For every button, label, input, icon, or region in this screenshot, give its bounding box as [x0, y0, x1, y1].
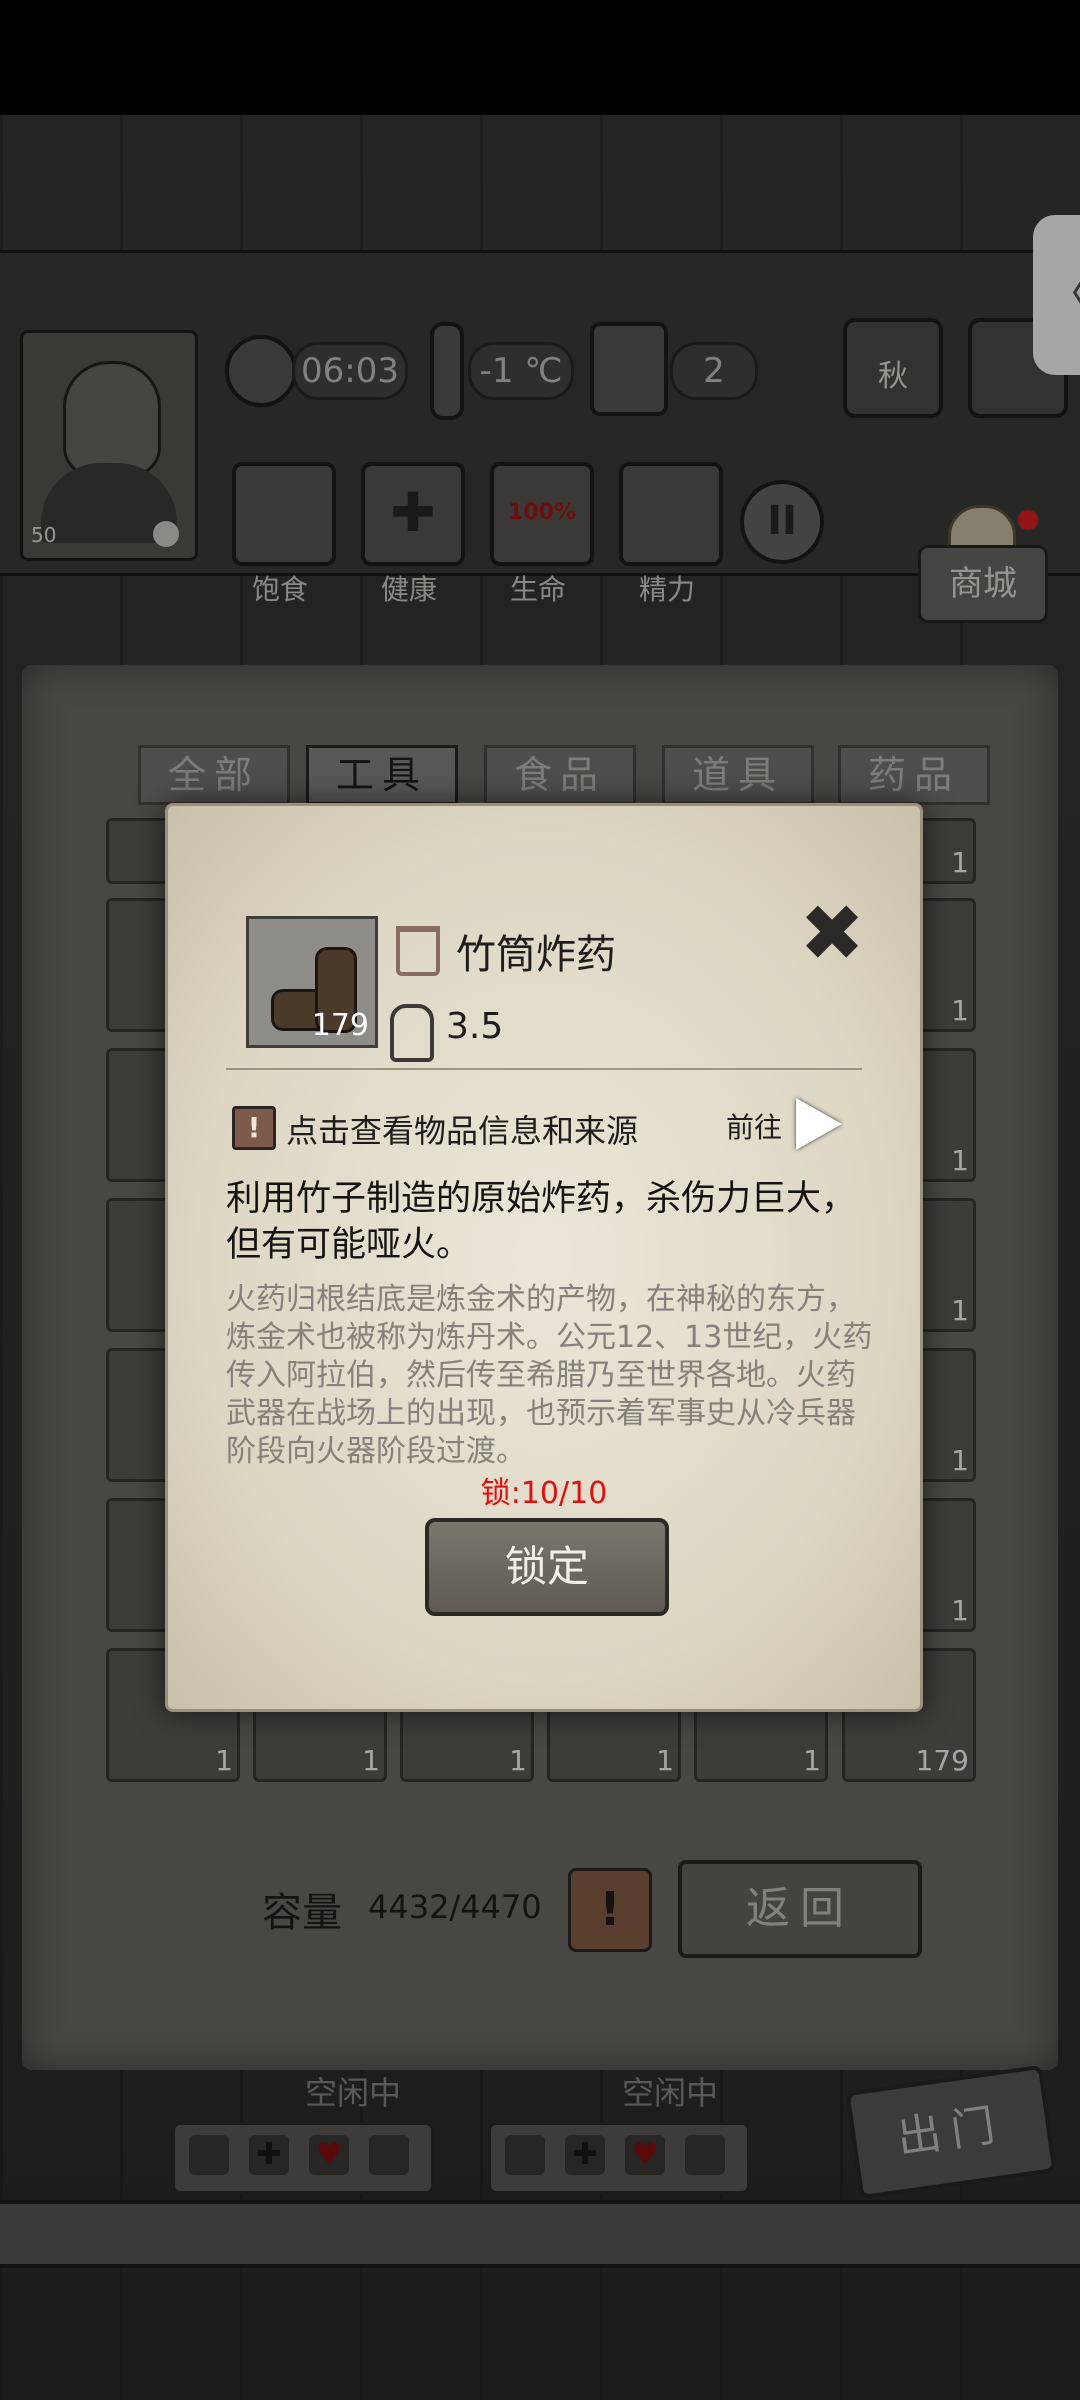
weight-icon: [390, 1004, 434, 1062]
item-info-link[interactable]: 点击查看物品信息和来源: [286, 1106, 638, 1152]
item-weight: 3.5: [446, 1006, 504, 1047]
info-alert-icon[interactable]: !: [232, 1106, 276, 1150]
goto-label[interactable]: 前往: [726, 1106, 782, 1146]
item-lore: 火药归根结底是炼金术的产物，在神秘的东方，炼金术也被称为炼丹术。公元12、13世…: [226, 1282, 873, 1469]
item-detail-dialog: 179 竹筒炸药 3.5 ✖ ! 点击查看物品信息和来源 前往 利用竹子制造的原…: [165, 803, 923, 1712]
lock-status: 锁:10/10: [480, 1476, 608, 1511]
item-thumbnail: 179: [246, 916, 378, 1048]
lock-button[interactable]: 锁定: [425, 1518, 669, 1616]
item-description: 利用竹子制造的原始炸药，杀伤力巨大，但有可能哑火。: [226, 1179, 857, 1265]
item-count: 179: [311, 1008, 369, 1043]
status-bar: [0, 0, 1080, 115]
item-name: 竹筒炸药: [456, 932, 616, 978]
arrow-right-icon[interactable]: [796, 1098, 842, 1150]
trash-icon[interactable]: [396, 926, 440, 976]
close-icon[interactable]: ✖: [796, 895, 868, 973]
divider: [226, 1068, 862, 1070]
